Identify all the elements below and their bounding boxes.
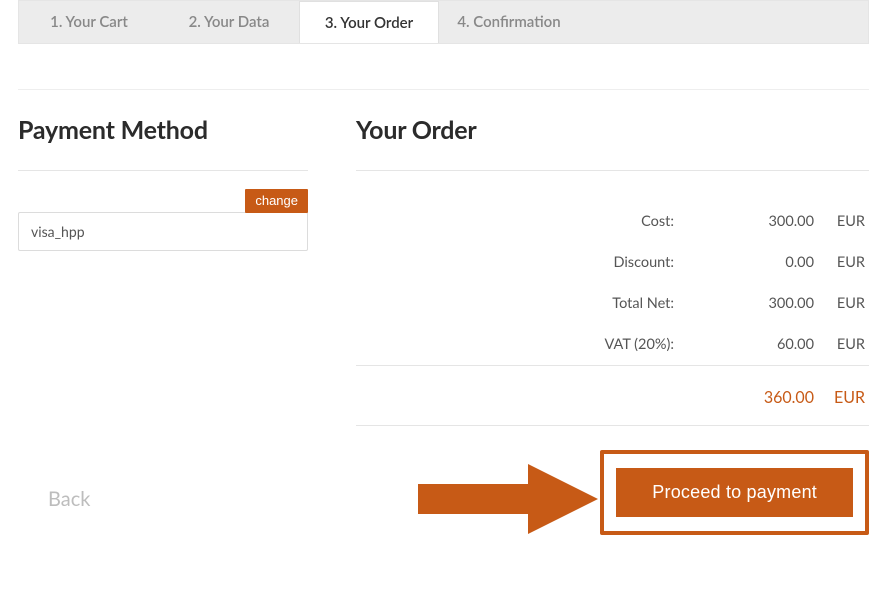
- order-label: VAT (20%):: [356, 336, 704, 353]
- order-row-cost: Cost: 300.00 EUR: [356, 201, 869, 242]
- order-value: 0.00: [704, 254, 814, 271]
- payment-method-heading: Payment Method: [18, 115, 308, 145]
- order-currency: EUR: [814, 254, 869, 271]
- tab-confirmation[interactable]: 4. Confirmation: [439, 1, 579, 43]
- payment-method-value: visa_hpp: [18, 212, 308, 251]
- order-currency: EUR: [814, 295, 869, 312]
- order-label: Total Net:: [356, 295, 704, 312]
- tab-your-order[interactable]: 3. Your Order: [299, 1, 439, 43]
- order-currency: EUR: [814, 336, 869, 353]
- order-value: 300.00: [704, 213, 814, 230]
- tab-label: 3. Your Order: [325, 14, 413, 32]
- payment-method-section: Payment Method change visa_hpp: [18, 115, 308, 426]
- order-label: Discount:: [356, 254, 704, 271]
- order-currency: EUR: [814, 213, 869, 230]
- order-total-value: 360.00: [704, 388, 814, 407]
- checkout-tabs: 1. Your Cart 2. Your Data 3. Your Order …: [18, 0, 869, 44]
- divider: [18, 170, 308, 171]
- order-row-vat: VAT (20%): 60.00 EUR: [356, 324, 869, 365]
- change-payment-button[interactable]: change: [245, 189, 308, 213]
- order-table: Cost: 300.00 EUR Discount: 0.00 EUR Tota…: [356, 201, 869, 365]
- actions-row: Back Proceed to payment: [18, 454, 869, 544]
- order-value: 60.00: [704, 336, 814, 353]
- divider: [356, 425, 869, 426]
- proceed-highlight-frame: Proceed to payment: [600, 450, 869, 535]
- divider: [356, 170, 869, 171]
- order-heading: Your Order: [356, 115, 869, 145]
- proceed-to-payment-button[interactable]: Proceed to payment: [616, 468, 853, 517]
- order-value: 300.00: [704, 295, 814, 312]
- tab-label: 1. Your Cart: [50, 13, 128, 31]
- order-summary-section: Your Order Cost: 300.00 EUR Discount: 0.…: [356, 115, 869, 426]
- tab-label: 2. Your Data: [189, 13, 270, 31]
- divider: [18, 89, 869, 90]
- tab-label: 4. Confirmation: [457, 13, 560, 31]
- tab-your-cart[interactable]: 1. Your Cart: [19, 1, 159, 43]
- order-row-totalnet: Total Net: 300.00 EUR: [356, 283, 869, 324]
- order-total-row: 360.00 EUR: [356, 366, 869, 425]
- arrow-right-icon: [418, 464, 598, 534]
- back-link[interactable]: Back: [48, 487, 90, 511]
- order-row-discount: Discount: 0.00 EUR: [356, 242, 869, 283]
- order-total-currency: EUR: [814, 388, 869, 407]
- tab-your-data[interactable]: 2. Your Data: [159, 1, 299, 43]
- order-label: Cost:: [356, 213, 704, 230]
